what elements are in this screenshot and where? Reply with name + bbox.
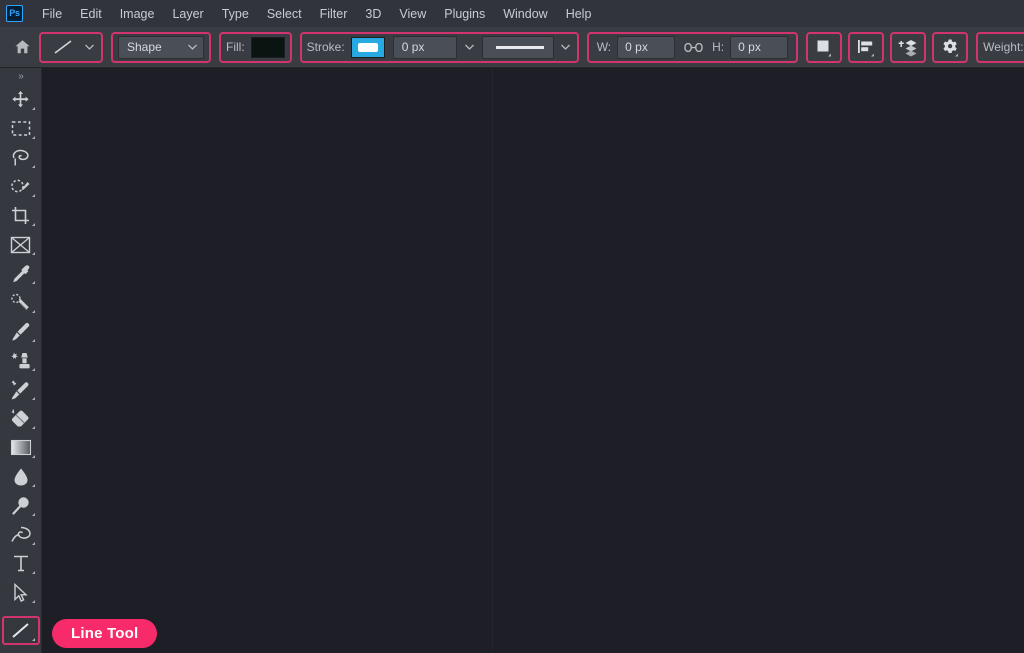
solid-line-icon xyxy=(496,46,544,49)
fill-label: Fill: xyxy=(226,40,245,54)
tool-eraser[interactable] xyxy=(2,404,40,433)
tool-preset-picker[interactable] xyxy=(39,32,103,63)
line-tool-icon xyxy=(46,35,80,59)
menu-item-edit[interactable]: Edit xyxy=(71,3,111,25)
tool-path-selection[interactable] xyxy=(2,578,40,607)
stroke-label: Stroke: xyxy=(307,40,345,54)
menu-item-layer[interactable]: Layer xyxy=(163,3,212,25)
chevron-down-icon xyxy=(186,41,199,54)
stroke-group: Stroke: 0 px xyxy=(300,32,579,63)
path-arrangement-icon[interactable] xyxy=(894,34,922,60)
options-bar: Shape Fill: Stroke: 0 px xyxy=(0,27,1024,68)
stroke-width-value: 0 px xyxy=(402,40,425,54)
tool-brush[interactable] xyxy=(2,317,40,346)
photoshop-window: Ps File Edit Image Layer Type Select Fil… xyxy=(0,0,1024,653)
tool-flyout-indicator xyxy=(32,165,35,168)
canvas-divider xyxy=(492,68,493,653)
double-chevron-right-icon[interactable]: » xyxy=(0,68,42,85)
tool-flyout-indicator xyxy=(32,397,35,400)
tool-flyout-indicator xyxy=(32,194,35,197)
tool-flyout-indicator xyxy=(32,107,35,110)
menu-item-view[interactable]: View xyxy=(390,3,435,25)
tool-dodge[interactable] xyxy=(2,491,40,520)
menu-item-3d[interactable]: 3D xyxy=(356,3,390,25)
fill-group: Fill: xyxy=(219,32,292,63)
path-alignment-group[interactable] xyxy=(848,32,884,63)
tool-eyedropper[interactable] xyxy=(2,259,40,288)
menu-item-help[interactable]: Help xyxy=(557,3,601,25)
tool-line[interactable] xyxy=(2,616,40,645)
geometry-settings-group[interactable] xyxy=(932,32,968,63)
stroke-type-select[interactable] xyxy=(482,36,554,59)
tool-preset-box[interactable] xyxy=(44,34,98,61)
shape-mode-group: Shape xyxy=(111,32,211,63)
tool-move[interactable] xyxy=(2,85,40,114)
height-input[interactable]: 0 px xyxy=(730,36,788,59)
menu-item-type[interactable]: Type xyxy=(213,3,258,25)
height-label: H: xyxy=(712,40,724,54)
tool-flyout-indicator xyxy=(32,426,35,429)
link-icon[interactable] xyxy=(684,42,703,53)
tool-object-selection[interactable] xyxy=(2,172,40,201)
stroke-width-select[interactable]: 0 px xyxy=(393,36,457,59)
stroke-type-chevron-down-icon[interactable] xyxy=(559,41,572,54)
menu-item-image[interactable]: Image xyxy=(111,3,164,25)
tool-flyout-indicator xyxy=(32,600,35,603)
tool-horizontal-type[interactable] xyxy=(2,549,40,578)
path-operations-icon[interactable] xyxy=(810,34,838,60)
width-label: W: xyxy=(597,40,611,54)
tool-spot-healing-brush[interactable] xyxy=(2,288,40,317)
fill-color-swatch[interactable] xyxy=(251,37,285,58)
tool-crop[interactable] xyxy=(2,201,40,230)
tool-frame[interactable] xyxy=(2,230,40,259)
shape-mode-value: Shape xyxy=(127,40,162,54)
path-arrangement-group[interactable] xyxy=(890,32,926,63)
stroke-color-swatch[interactable] xyxy=(351,37,385,58)
tool-flyout-indicator xyxy=(32,513,35,516)
tool-lasso[interactable] xyxy=(2,143,40,172)
weight-label: Weight: xyxy=(983,40,1023,54)
home-icon xyxy=(14,39,31,55)
tool-blur[interactable] xyxy=(2,462,40,491)
tool-history-brush[interactable] xyxy=(2,375,40,404)
tool-gradient[interactable] xyxy=(2,433,40,462)
chevron-down-icon[interactable] xyxy=(83,41,96,54)
tool-flyout-indicator xyxy=(32,339,35,342)
tool-flyout-indicator xyxy=(32,368,35,371)
tool-flyout-indicator xyxy=(32,484,35,487)
tools-panel: » xyxy=(0,68,42,653)
tool-flyout-indicator xyxy=(32,542,35,545)
tool-flyout-indicator xyxy=(32,281,35,284)
menu-item-select[interactable]: Select xyxy=(258,3,311,25)
photoshop-logo: Ps xyxy=(6,5,23,22)
menu-item-file[interactable]: File xyxy=(33,3,71,25)
menu-item-filter[interactable]: Filter xyxy=(311,3,357,25)
menu-bar: Ps File Edit Image Layer Type Select Fil… xyxy=(0,0,1024,27)
active-tool-badge: Line Tool xyxy=(52,619,157,648)
tool-flyout-indicator xyxy=(32,571,35,574)
menu-item-window[interactable]: Window xyxy=(494,3,556,25)
tool-flyout-indicator xyxy=(32,455,35,458)
shape-mode-select[interactable]: Shape xyxy=(118,36,204,59)
tool-flyout-indicator xyxy=(32,310,35,313)
tool-clone-stamp[interactable] xyxy=(2,346,40,375)
dimensions-group: W: 0 px H: 0 px xyxy=(587,32,798,63)
home-button[interactable] xyxy=(14,32,31,62)
width-input[interactable]: 0 px xyxy=(617,36,675,59)
menu-item-plugins[interactable]: Plugins xyxy=(435,3,494,25)
tool-pen[interactable] xyxy=(2,520,40,549)
tool-flyout-indicator xyxy=(32,252,35,255)
tool-flyout-indicator xyxy=(32,638,35,641)
gear-icon[interactable] xyxy=(936,34,964,60)
tool-rectangular-marquee[interactable] xyxy=(2,114,40,143)
stroke-width-chevron-down-icon[interactable] xyxy=(463,41,476,54)
path-operations-group[interactable] xyxy=(806,32,842,63)
tool-flyout-indicator xyxy=(32,136,35,139)
path-alignment-icon[interactable] xyxy=(852,34,880,60)
tool-flyout-indicator xyxy=(32,223,35,226)
weight-group: Weight: 10 px xyxy=(976,32,1024,63)
canvas-area[interactable] xyxy=(42,68,1024,653)
